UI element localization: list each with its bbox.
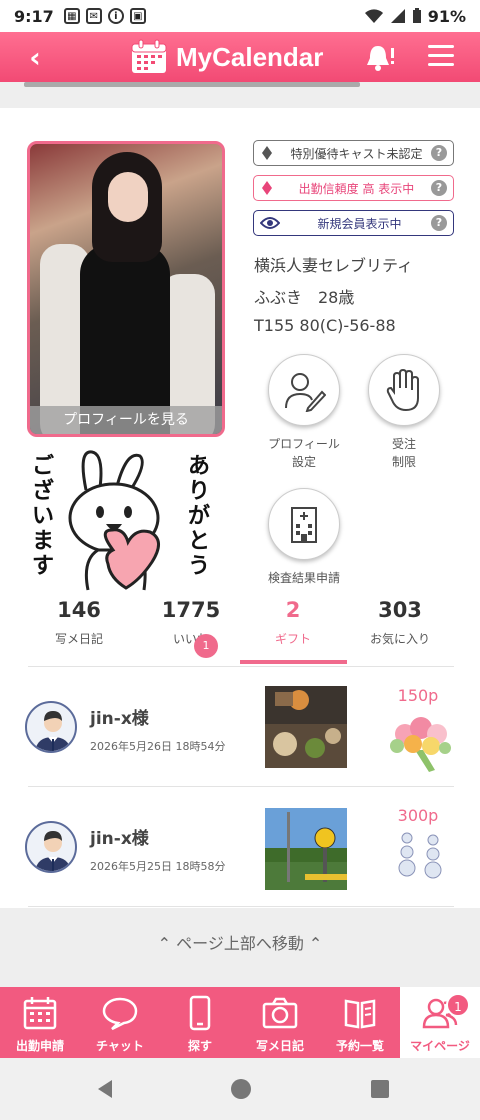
- cast-measurements: T155 80(C)-56-88: [254, 316, 396, 335]
- status-right: 91%: [364, 7, 466, 26]
- gift-points: 150p: [397, 686, 439, 705]
- stats-bar: 146 写メ日記 1775 いいね 2 ギフト 303 お気に入り: [0, 598, 480, 658]
- view-profile-button[interactable]: プロフィールを見る: [30, 406, 222, 434]
- calendar-icon: [23, 997, 57, 1030]
- tab-mypage[interactable]: 1 マイページ: [400, 987, 480, 1058]
- message-notification-icon: ✉: [85, 8, 102, 24]
- app-title-text: MyCalendar: [176, 41, 324, 72]
- test-result-label: 検査結果申請: [267, 571, 340, 585]
- special-cast-badge: 特別優待キャスト未認定 ?: [253, 140, 454, 166]
- notification-bell-icon[interactable]: [366, 44, 396, 72]
- gift-points: 300p: [397, 806, 439, 825]
- profile-settings-label: プロフィール 設定: [268, 437, 340, 469]
- user-avatar: [25, 821, 77, 873]
- divider: [28, 906, 454, 907]
- hand-stop-icon: [386, 368, 419, 412]
- info-notification-icon: i: [107, 8, 124, 24]
- diamond-icon: [262, 181, 272, 195]
- stat-photo-diary[interactable]: 146 写メ日記: [24, 598, 134, 647]
- chat-bubble-icon: [102, 997, 138, 1031]
- cast-name-age: ふぶき 28歳: [254, 288, 355, 307]
- calendar-logo-icon: [131, 39, 167, 73]
- hamburger-menu-button[interactable]: [428, 45, 454, 72]
- app-header: ‹ MyCalendar: [0, 32, 480, 82]
- wifi-icon: [364, 9, 383, 23]
- attendance-trust-badge: 出勤信頼度 高 表示中 ?: [253, 175, 454, 201]
- profile-photo[interactable]: プロフィールを見る: [27, 141, 225, 437]
- bottom-tab-bar: 出勤申請 チャット 探す 写メ日記 予約一覧 1 マイページ: [0, 987, 480, 1058]
- diamond-icon: [262, 146, 272, 160]
- book-icon: [344, 999, 376, 1029]
- recents-square-icon[interactable]: [370, 1079, 390, 1099]
- home-circle-icon[interactable]: [230, 1078, 252, 1100]
- battery-percent: 91%: [427, 6, 466, 26]
- tab-attendance[interactable]: 出勤申請: [0, 987, 80, 1058]
- status-time: 9:17: [14, 6, 54, 26]
- flower-bouquet-icon: [390, 717, 451, 772]
- divider: [28, 786, 454, 787]
- tab-search[interactable]: 探す: [160, 987, 240, 1058]
- signal-icon: [390, 9, 405, 23]
- mypage-notification-badge: 1: [446, 993, 470, 1017]
- gift-sender-name: jin-x様: [90, 709, 149, 729]
- gift-row[interactable]: jin-x様 2026年5月26日 18時54分 150p: [0, 668, 480, 788]
- stat-gifts[interactable]: 2 ギフト: [238, 598, 348, 647]
- gift-row[interactable]: jin-x様 2026年5月25日 18時58分 300p: [0, 788, 480, 908]
- divider: [28, 666, 454, 667]
- order-restriction-button[interactable]: [368, 354, 440, 426]
- active-tab-underline: [240, 660, 347, 664]
- help-icon[interactable]: ?: [431, 180, 447, 196]
- gift-date: 2026年5月26日 18時54分: [90, 740, 226, 753]
- eye-icon: [260, 217, 280, 229]
- hospital-icon: [291, 507, 317, 543]
- smartphone-icon: [189, 995, 211, 1031]
- camera-icon: [262, 997, 298, 1029]
- calendar-notification-icon: ▦: [63, 8, 80, 24]
- status-bar: 9:17 ▦ ✉ i ▣ 91%: [0, 0, 480, 32]
- stamp-text-right: ありがとう: [188, 454, 211, 579]
- profile-edit-icon: [285, 373, 326, 412]
- test-result-button[interactable]: [268, 488, 340, 560]
- user-avatar: [25, 701, 77, 753]
- diamond-earrings-icon: [398, 832, 442, 879]
- stamp-text-left: ございます: [32, 454, 55, 579]
- gift-photo-thumbnail[interactable]: [265, 686, 347, 768]
- new-member-badge: 新規会員表示中 ?: [253, 210, 454, 236]
- box-notification-icon: ▣: [129, 8, 146, 24]
- battery-icon: [412, 8, 421, 23]
- likes-count-badge: 1: [194, 634, 218, 658]
- tab-reservations[interactable]: 予約一覧: [320, 987, 400, 1058]
- back-triangle-icon[interactable]: [94, 1078, 116, 1100]
- order-restriction-label: 受注 制限: [391, 437, 416, 469]
- help-icon[interactable]: ?: [431, 215, 447, 231]
- tab-chat[interactable]: チャット: [80, 987, 160, 1058]
- gift-date: 2026年5月25日 18時58分: [90, 860, 226, 873]
- back-button[interactable]: ‹: [0, 41, 70, 74]
- thank-you-stamp: ありがとう ございます: [28, 450, 228, 600]
- page-top-button[interactable]: ⌃ ページ上部へ移動 ⌃: [0, 930, 480, 954]
- app-title: MyCalendar: [130, 39, 323, 75]
- scroll-indicator: [24, 82, 360, 87]
- system-navigation-bar: [0, 1058, 480, 1120]
- gift-photo-thumbnail[interactable]: [265, 808, 347, 890]
- stat-favorites[interactable]: 303 お気に入り: [345, 598, 455, 647]
- profile-settings-button[interactable]: [268, 354, 340, 426]
- tab-photo-diary[interactable]: 写メ日記: [240, 987, 320, 1058]
- gift-sender-name: jin-x様: [90, 829, 149, 849]
- shop-name: 横浜人妻セレブリティ: [254, 256, 414, 275]
- stat-likes[interactable]: 1775 いいね: [136, 598, 246, 647]
- help-icon[interactable]: ?: [431, 145, 447, 161]
- status-notification-icons: ▦ ✉ i ▣: [63, 8, 146, 24]
